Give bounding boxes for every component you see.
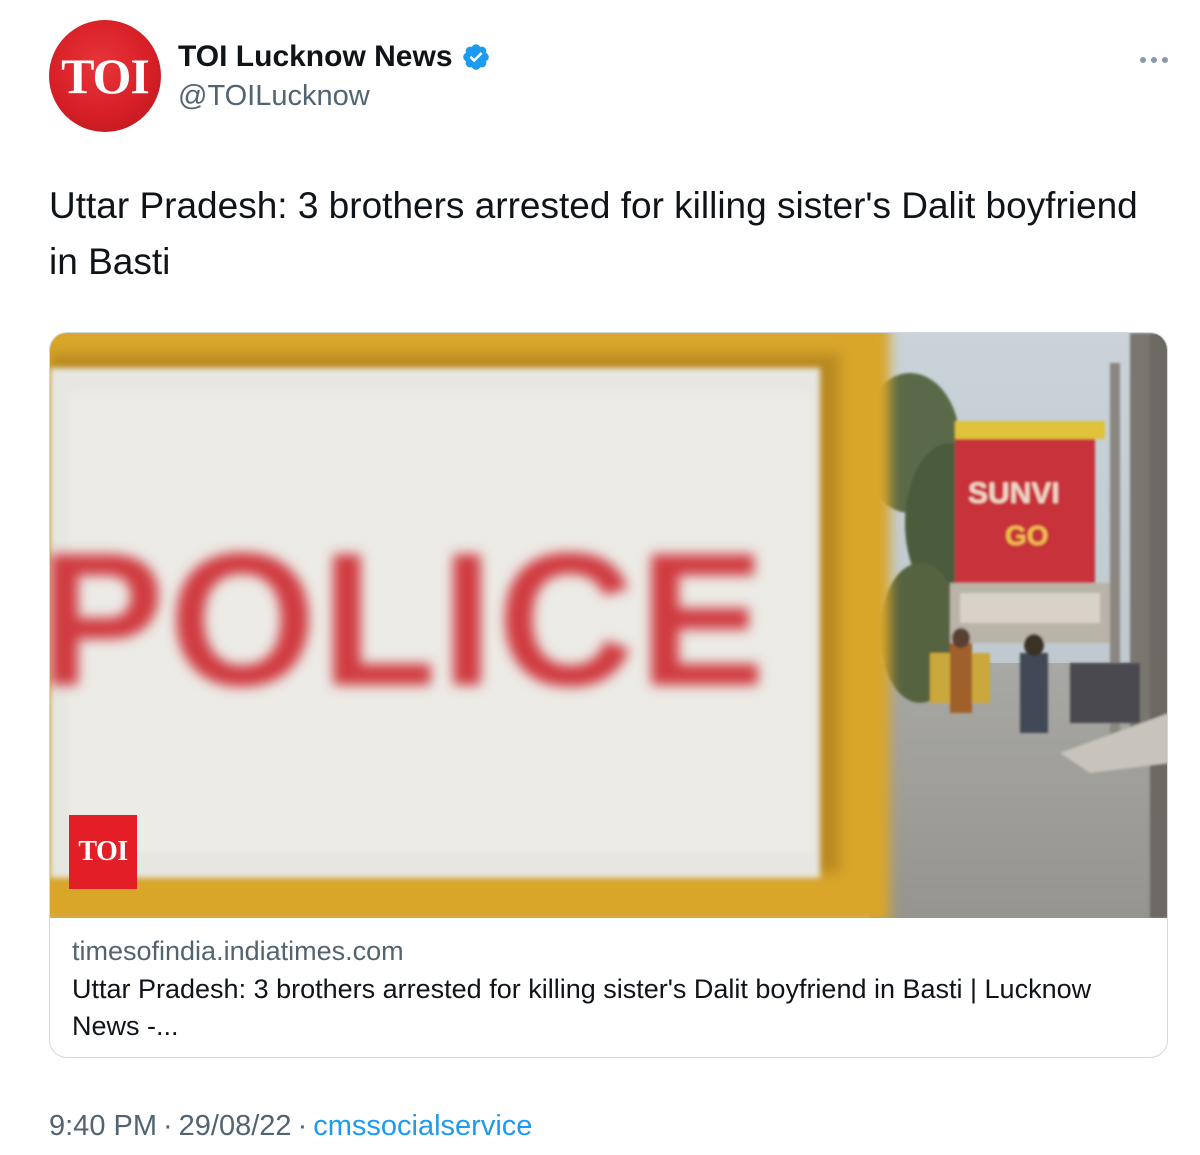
billboard-text: SUNVI: [968, 477, 1060, 510]
verified-badge-icon: [462, 44, 489, 70]
publisher-logo-text: TOI: [78, 836, 128, 867]
avatar[interactable]: TOI: [49, 20, 161, 132]
svg-text:GO: GO: [1005, 520, 1049, 551]
tweet-footer: 9:40 PM · 29/08/22 · cmssocialservice: [49, 1106, 532, 1146]
card-image: SUNVI GO POLICE TOI: [50, 333, 1167, 918]
author-name-link[interactable]: TOI Lucknow News: [178, 38, 491, 76]
footer-separator-2: ·: [297, 1110, 308, 1142]
tweet-date[interactable]: 29/08/22: [179, 1110, 292, 1142]
author-handle[interactable]: @TOILucknow: [178, 78, 370, 114]
avatar-logo-text: TOI: [61, 48, 150, 104]
publisher-logo: TOI: [69, 815, 137, 889]
more-horizontal-icon[interactable]: [1134, 40, 1174, 80]
tweet-time[interactable]: 9:40 PM: [49, 1110, 157, 1142]
tweet[interactable]: TOI TOI Lucknow News @TOILucknow Uttar P…: [0, 0, 1200, 1155]
display-name: TOI Lucknow News: [178, 40, 453, 73]
tweet-text: Uttar Pradesh: 3 brothers arrested for k…: [49, 185, 1138, 282]
card-image-police-text: POLICE: [50, 514, 769, 726]
tweet-source-link[interactable]: cmssocialservice: [313, 1110, 532, 1142]
card-domain: timesofindia.indiatimes.com: [72, 936, 404, 966]
footer-separator: ·: [163, 1110, 173, 1142]
card-title: Uttar Pradesh: 3 brothers arrested for k…: [72, 974, 1092, 1041]
card-meta[interactable]: timesofindia.indiatimes.com Uttar Prades…: [72, 933, 1147, 1045]
link-card[interactable]: SUNVI GO POLICE TOI timesofindia.indiati…: [49, 332, 1168, 1058]
